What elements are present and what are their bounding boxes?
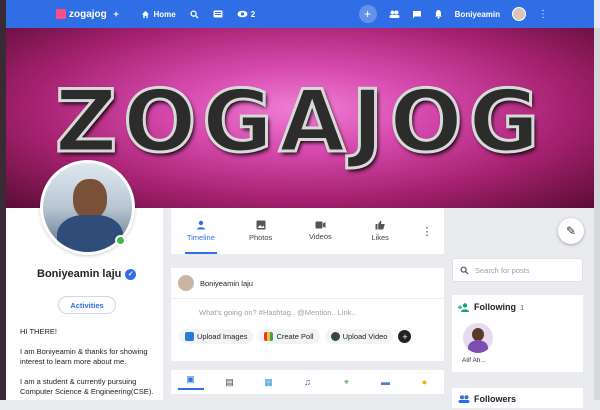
person-icon [196, 220, 205, 230]
create-poll-label: Create Poll [276, 332, 314, 341]
composer-input[interactable]: What's going on? #Hashtag.. @Mention.. L… [171, 299, 444, 327]
video-icon [315, 221, 326, 229]
tab-label: Timeline [186, 233, 215, 242]
composer-avatar [178, 275, 194, 291]
following-user-avatar[interactable] [463, 323, 493, 353]
friends-icon[interactable] [389, 10, 400, 18]
nav-avatar[interactable] [512, 7, 526, 21]
newspaper-icon [213, 10, 223, 18]
profile-name-row: Boniyeamin laju ✓ [37, 268, 137, 280]
verified-icon: ✓ [125, 268, 137, 280]
post-search[interactable]: Search for posts [452, 258, 583, 282]
post-filter-bar: ▣ ▤ ▦ ♫ ⌖ ▬ ● [171, 370, 444, 394]
upload-images-button[interactable]: Upload Images [179, 329, 254, 344]
about-line: I am Boniyeamin & thanks for showing int… [20, 346, 148, 367]
nav-search[interactable] [190, 9, 199, 19]
composer-actions: Upload Images Create Poll Upload Video + [171, 329, 444, 344]
cover-title: ZOGAJOG [53, 71, 546, 174]
more-options-button[interactable]: + [398, 330, 412, 343]
followers-card: Followers [452, 388, 583, 408]
following-count: 1 [520, 302, 525, 312]
activities-button[interactable]: Activities [58, 296, 116, 314]
tab-videos[interactable]: Videos [291, 208, 351, 254]
location-posts-icon[interactable]: ● [412, 377, 438, 387]
following-header: Following 1 [452, 295, 583, 319]
photo-posts-icon[interactable]: ▦ [256, 377, 282, 388]
followers-header: Followers [452, 388, 583, 410]
poll-icon [264, 332, 274, 341]
tab-photos[interactable]: Photos [231, 208, 291, 254]
text-posts-icon[interactable]: ▤ [217, 377, 243, 388]
composer-header: Boniyeamin laju [171, 268, 444, 299]
pencil-icon: ✎ [565, 224, 577, 238]
tab-label: Photos [248, 233, 273, 242]
brand-name: zogajog [69, 8, 107, 20]
people-icon [458, 395, 470, 403]
tab-likes[interactable]: Likes [350, 208, 410, 254]
about-text: HI THERE! I am Boniyeamin & thanks for s… [20, 327, 160, 407]
image-icon [256, 220, 266, 230]
avatar-body [468, 340, 488, 353]
eye-icon [237, 10, 248, 18]
about-line: HI THERE! [20, 327, 57, 336]
logo-sparkle-icon: ✦ [112, 9, 120, 19]
more-vertical-icon[interactable]: ⋮ [538, 9, 548, 20]
nav-home[interactable]: Home [141, 9, 176, 19]
music-posts-icon[interactable]: ♫ [295, 377, 321, 387]
search-icon [190, 9, 199, 19]
profile-name: Boniyeamin laju [37, 268, 122, 280]
top-navbar: zogajog ✦ Home 2 + Boniyeamin ⋮ [6, 0, 594, 28]
map-posts-icon[interactable]: ⌖ [334, 377, 360, 388]
video-camera-icon [330, 332, 340, 341]
upload-video-button[interactable]: Upload Video [324, 329, 394, 344]
plus-icon: + [402, 331, 408, 342]
tab-label: Videos [308, 232, 332, 241]
create-poll-button[interactable]: Create Poll [258, 329, 320, 344]
nav-watch[interactable]: 2 [237, 10, 255, 19]
tab-timeline[interactable]: Timeline [171, 208, 231, 254]
watch-count: 2 [250, 9, 256, 19]
about-line: I am a student & currently pursuing Comp… [20, 376, 154, 397]
brand-logo[interactable]: zogajog ✦ [56, 9, 119, 20]
messages-icon[interactable] [412, 10, 422, 19]
avatar-head [73, 179, 107, 219]
following-card: Following 1 Alif Ah... [452, 295, 583, 372]
bell-icon[interactable] [434, 9, 443, 19]
add-person-icon [458, 302, 469, 312]
tab-label: Likes [371, 233, 389, 242]
right-edge-strip [594, 28, 600, 400]
profile-tabs: Timeline Photos Videos Likes ⋮ [171, 208, 444, 254]
logo-icon [56, 9, 66, 19]
post-composer: Boniyeamin laju What's going on? #Hashta… [171, 268, 444, 361]
composer-author: Boniyeamin laju [200, 278, 253, 288]
upload-images-label: Upload Images [197, 332, 248, 341]
more-vertical-icon: ⋮ [421, 225, 433, 238]
upload-video-label: Upload Video [342, 332, 388, 341]
tabs-more-button[interactable]: ⋮ [410, 208, 444, 254]
plus-icon: + [364, 7, 372, 21]
following-user-name[interactable]: Alif Ah... [462, 357, 486, 364]
nav-username[interactable]: Boniyeamin [455, 10, 500, 19]
file-posts-icon[interactable]: ▬ [373, 377, 399, 387]
online-status-dot [115, 235, 126, 246]
search-placeholder: Search for posts [475, 265, 530, 275]
following-title: Following [474, 302, 516, 312]
nav-news[interactable] [213, 10, 223, 18]
edit-cover-button[interactable]: ✎ [558, 218, 584, 244]
followers-title: Followers [474, 394, 517, 404]
camera-icon [185, 332, 194, 341]
nav-home-label: Home [153, 9, 176, 19]
create-button[interactable]: + [358, 5, 377, 23]
home-icon [142, 10, 150, 18]
search-icon [460, 265, 469, 275]
thumb-up-icon [375, 220, 385, 230]
avatar-body [57, 215, 123, 252]
all-posts-icon[interactable]: ▣ [177, 374, 204, 390]
